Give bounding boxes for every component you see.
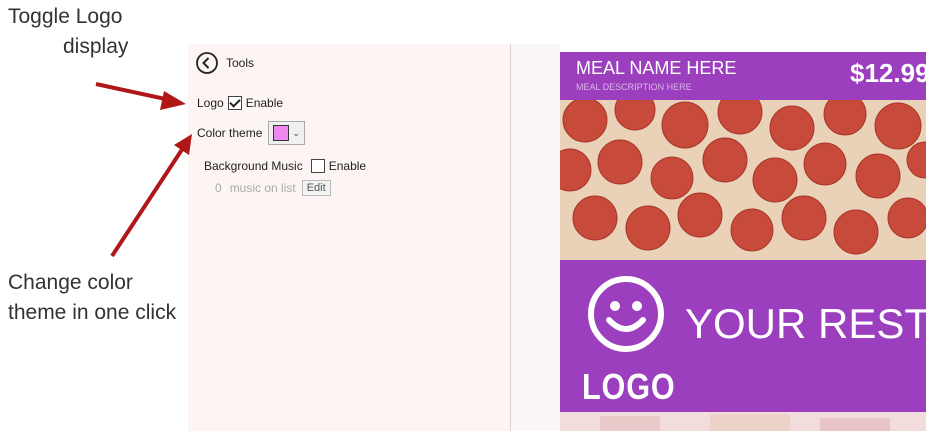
meal-description: MEAL DESCRIPTION HERE bbox=[576, 82, 692, 92]
arrowhead-logo-icon bbox=[160, 91, 186, 110]
back-arrow-icon[interactable] bbox=[196, 52, 218, 74]
meal-price: $12.99 bbox=[850, 58, 926, 88]
background-music-label: Background Music bbox=[204, 159, 303, 173]
food-image-bottom bbox=[560, 412, 926, 431]
annotation-change-color: Change color theme in one click bbox=[8, 268, 198, 328]
logo-enable-checkbox[interactable] bbox=[227, 96, 242, 110]
color-theme-row: Color theme ⌄ bbox=[197, 121, 305, 145]
menu-header: MEAL NAME HERE MEAL DESCRIPTION HERE $12… bbox=[560, 52, 926, 100]
annotation-line: display bbox=[63, 35, 129, 58]
logo-band: YOUR REST LOGO bbox=[560, 260, 926, 412]
annotation-line: Change color bbox=[8, 271, 133, 294]
music-enable-checkbox[interactable] bbox=[310, 159, 325, 173]
pizza-image bbox=[560, 100, 926, 260]
arrow-to-logo bbox=[95, 82, 171, 102]
edit-music-button[interactable]: Edit bbox=[301, 180, 331, 196]
color-theme-label: Color theme bbox=[197, 126, 263, 140]
tools-header: Tools bbox=[196, 52, 254, 74]
music-count-suffix: music on list bbox=[229, 181, 296, 195]
restaurant-name: YOUR REST bbox=[685, 300, 926, 347]
music-count: 0 bbox=[215, 181, 222, 195]
annotation-line: theme in one click bbox=[8, 301, 177, 324]
annotation-toggle-logo: Toggle Logo display bbox=[8, 2, 178, 62]
logo-enable-label: Enable bbox=[245, 96, 284, 110]
arrow-to-color bbox=[110, 146, 185, 258]
music-enable-label: Enable bbox=[328, 159, 367, 173]
meal-name: MEAL NAME HERE bbox=[576, 58, 737, 78]
color-swatch bbox=[273, 125, 290, 141]
background-music-row: Background Music Enable bbox=[204, 159, 366, 173]
color-theme-dropdown[interactable]: ⌄ bbox=[268, 121, 305, 145]
chevron-down-icon: ⌄ bbox=[292, 127, 300, 138]
logo-text: LOGO bbox=[582, 366, 676, 407]
logo-row: Logo Enable bbox=[197, 96, 283, 110]
music-list-row: 0 music on list Edit bbox=[215, 180, 331, 196]
tools-title: Tools bbox=[226, 56, 255, 70]
annotation-line: Toggle Logo bbox=[8, 5, 123, 28]
smiley-logo-icon bbox=[588, 276, 664, 352]
logo-label: Logo bbox=[197, 96, 224, 110]
menu-preview: MEAL NAME HERE MEAL DESCRIPTION HERE $12… bbox=[560, 44, 926, 431]
